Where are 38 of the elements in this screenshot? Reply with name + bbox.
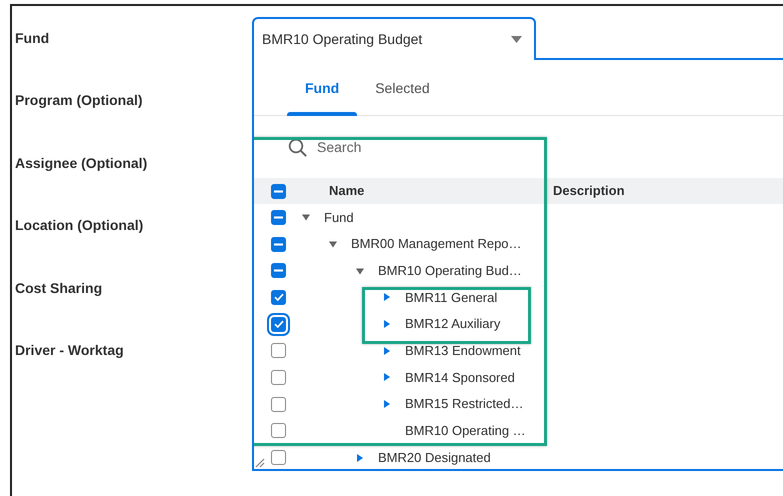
checkbox[interactable] — [271, 290, 286, 305]
tree-item-name[interactable]: BMR10 Operating … — [405, 421, 526, 441]
tree-item-name[interactable]: BMR14 Sponsored — [405, 368, 515, 388]
tree-item-name[interactable]: Fund — [324, 208, 354, 228]
tab[interactable]: Fund — [287, 60, 358, 116]
tree-item-name[interactable]: BMR13 Endowment — [405, 341, 521, 361]
field-label: Fund — [15, 29, 50, 47]
field-label: Cost Sharing — [15, 278, 102, 297]
checkbox[interactable] — [271, 236, 286, 252]
field-label: Location (Optional) — [15, 216, 144, 234]
tree-item-name[interactable]: BMR20 Designated — [378, 448, 491, 468]
tree-item-name[interactable]: BMR15 Restricted… — [405, 394, 524, 414]
column-header: Name — [329, 182, 366, 200]
checkbox[interactable] — [271, 210, 286, 225]
tree-item-name[interactable]: BMR00 Management Repo… — [351, 234, 522, 254]
field-label: Assignee (Optional) — [15, 154, 148, 172]
checkbox[interactable] — [271, 450, 286, 466]
column-header: Description — [553, 182, 625, 200]
down-triangle-icon[interactable] — [326, 239, 340, 250]
tree-item-name[interactable]: BMR12 Auxiliary — [405, 314, 500, 334]
tab[interactable]: Selected — [357, 60, 448, 116]
checkbox[interactable] — [271, 343, 286, 358]
field-label: Driver - Worktag — [15, 340, 124, 359]
tree-item-name[interactable]: BMR11 General — [405, 288, 498, 308]
tree-item-name[interactable]: BMR10 Operating Bud… — [378, 260, 522, 280]
checkbox[interactable] — [271, 423, 286, 438]
down-triangle-icon[interactable] — [299, 212, 313, 222]
down-triangle-icon[interactable] — [353, 266, 367, 276]
fund-dropdown[interactable]: BMR10 Operating Budget — [252, 17, 536, 60]
caret-icon — [511, 36, 522, 43]
resize-grip-icon — [255, 458, 265, 468]
checkmark-icon — [274, 320, 284, 328]
checkbox[interactable] — [271, 263, 286, 278]
checkmark-icon — [274, 293, 284, 302]
field-label: Program (Optional) — [15, 91, 143, 110]
checkbox[interactable] — [271, 396, 286, 412]
checkbox[interactable] — [271, 370, 286, 385]
checkbox[interactable] — [271, 184, 286, 198]
